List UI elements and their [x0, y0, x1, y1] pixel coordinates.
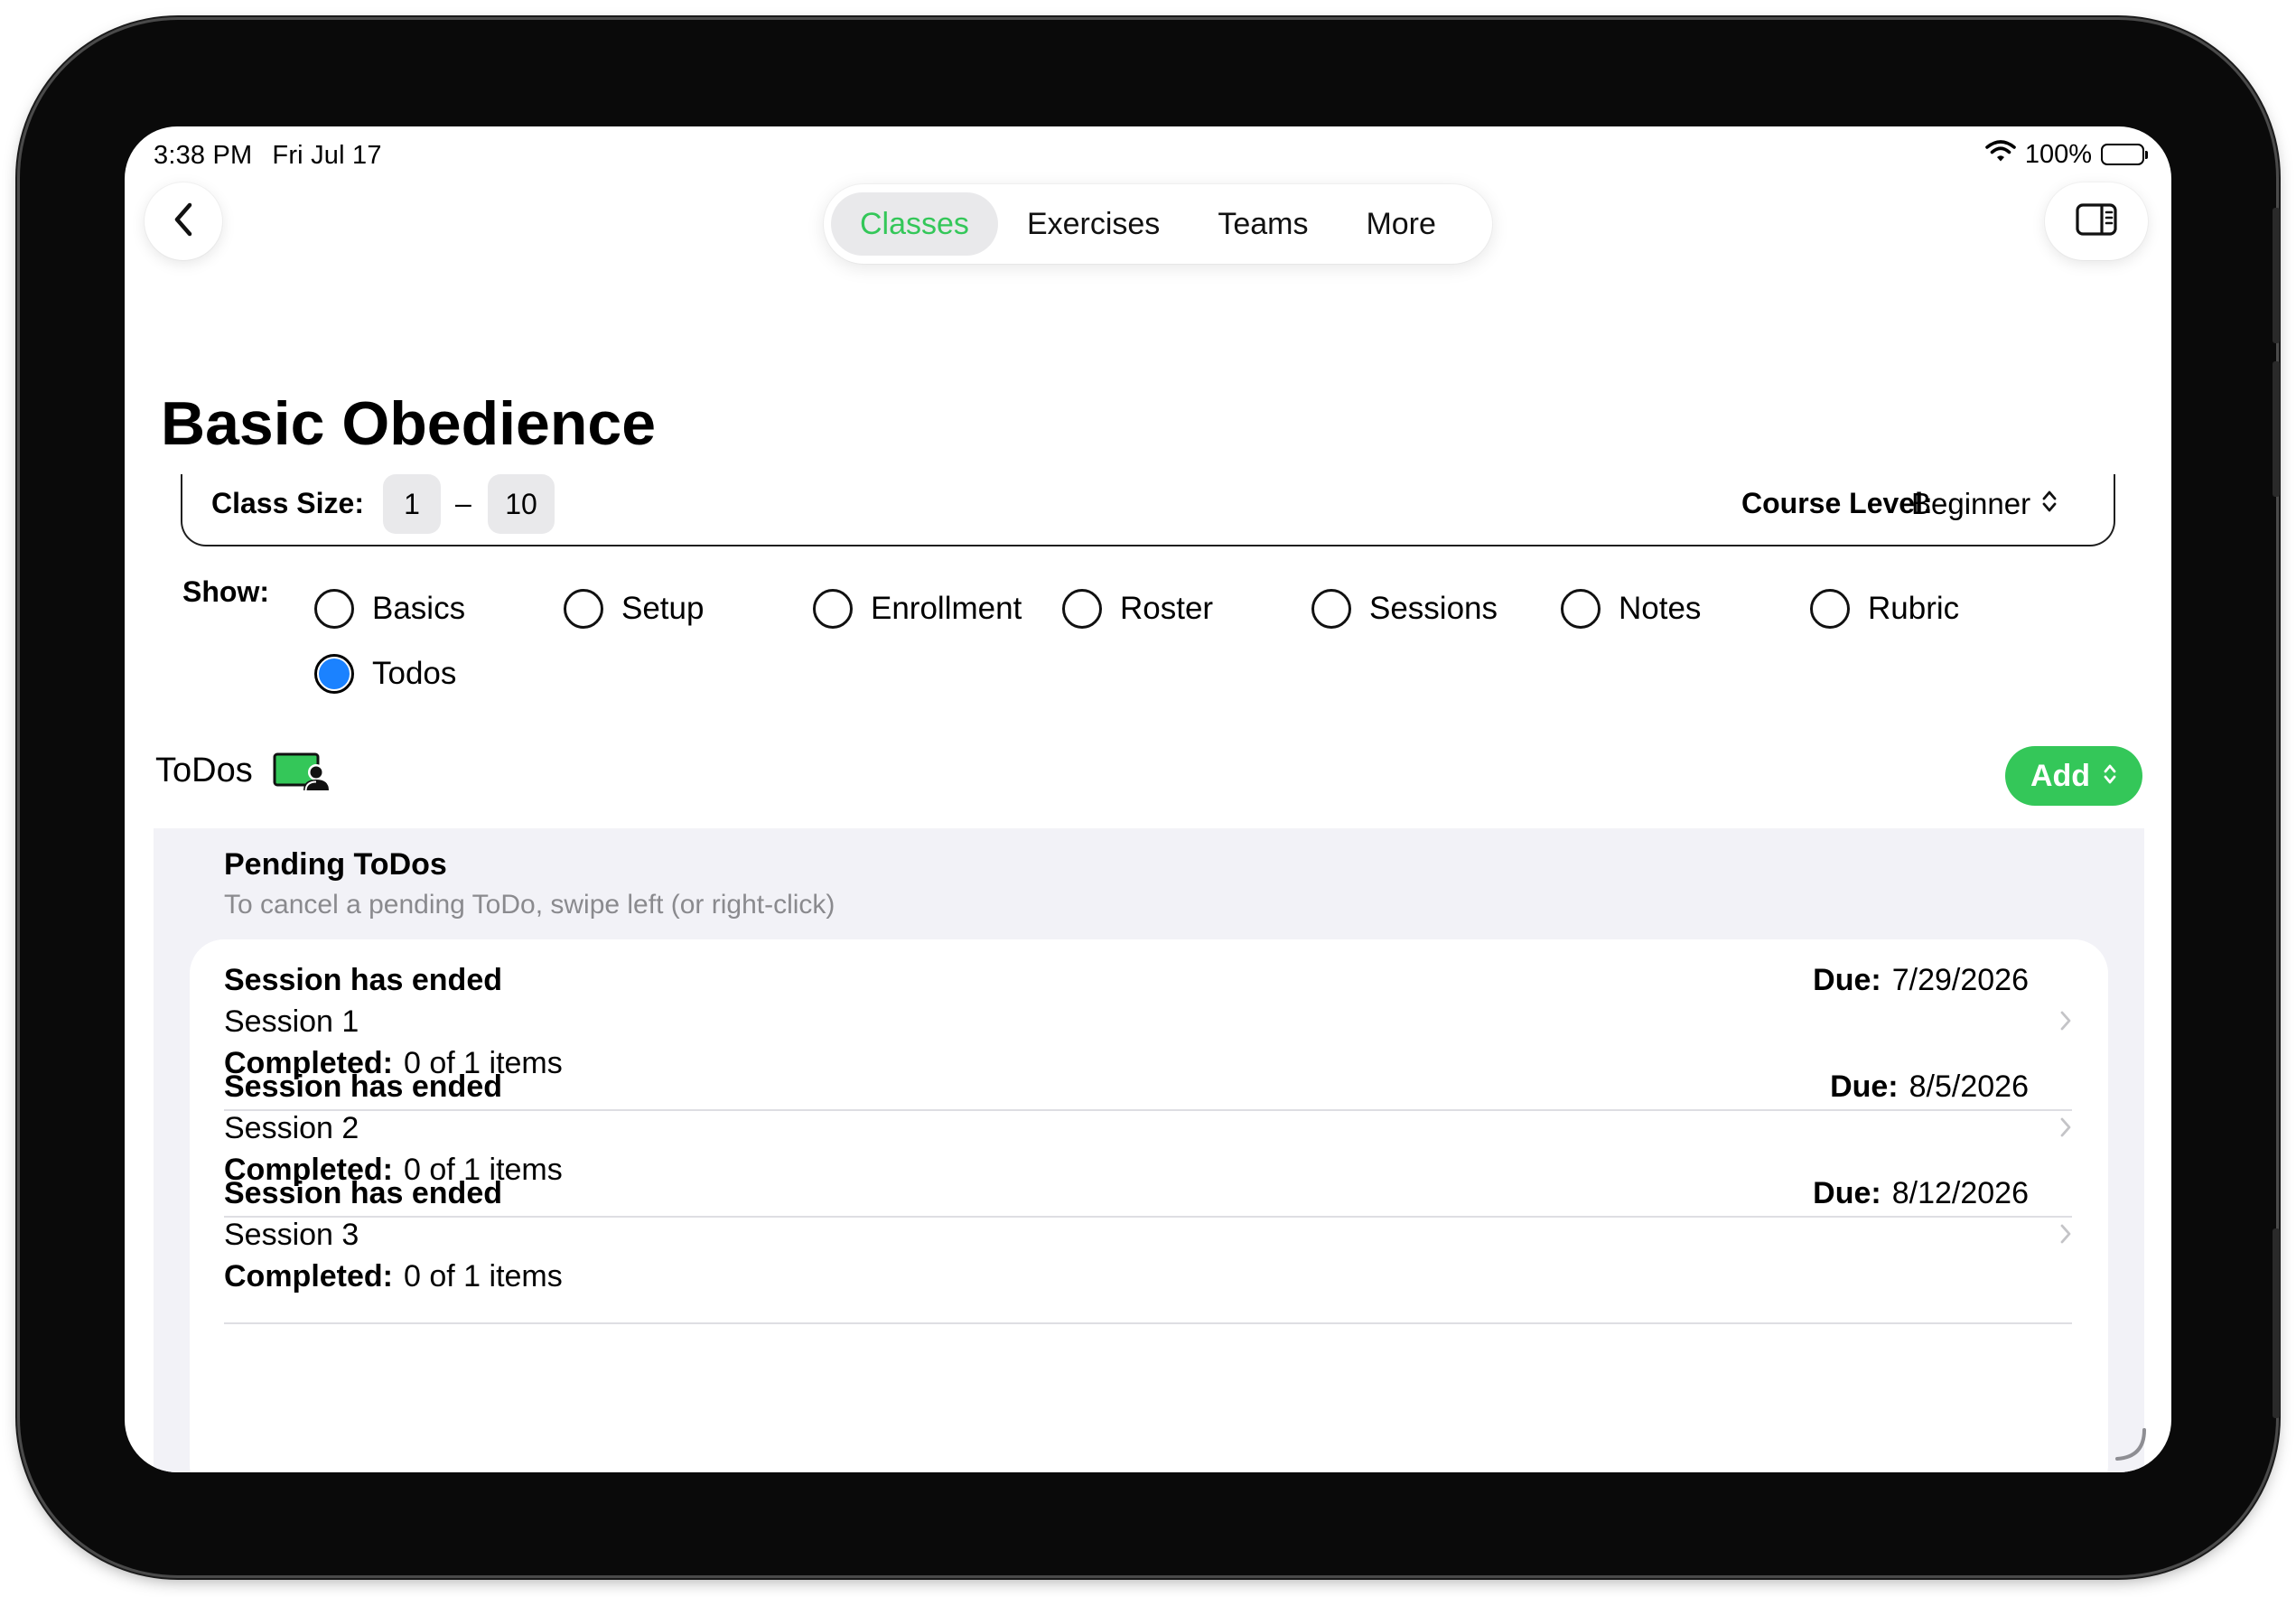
- class-size-separator: –: [455, 487, 471, 519]
- todo-title: Session has ended: [224, 963, 502, 997]
- radio-circle-icon: [1311, 589, 1351, 629]
- date-text: Fri Jul 17: [272, 141, 382, 170]
- course-level-label: Course Level:: [1741, 487, 1933, 519]
- todo-row[interactable]: Session has ended Session 3 Completed: 0 …: [190, 1153, 2108, 1324]
- back-button[interactable]: [145, 182, 222, 260]
- show-option-rubric[interactable]: Rubric: [1810, 585, 1959, 632]
- tab-exercises[interactable]: Exercises: [998, 192, 1189, 256]
- radio-circle-icon: [1810, 589, 1850, 629]
- show-option-setup[interactable]: Setup: [564, 585, 704, 632]
- show-option-label: Rubric: [1868, 591, 1960, 626]
- todo-session: Session 2: [224, 1111, 359, 1145]
- due-value: 7/29/2026: [1891, 963, 2029, 997]
- status-time: 3:38 PM Fri Jul 17: [154, 141, 382, 171]
- power-button: [2273, 1228, 2280, 1418]
- show-option-label: Setup: [621, 591, 705, 626]
- monitor-person-icon: [273, 752, 329, 790]
- todo-completed: Completed: 0 of 1 items: [224, 1259, 563, 1294]
- todo-session: Session 1: [224, 1004, 359, 1039]
- todo-title: Session has ended: [224, 1069, 502, 1104]
- show-option-sessions[interactable]: Sessions: [1311, 585, 1498, 632]
- chevron-up-down-icon: [2041, 487, 2058, 521]
- due-label: Due:: [1830, 1069, 1899, 1104]
- course-level-picker[interactable]: Beginner: [1911, 487, 2058, 521]
- chevron-right-icon: [2059, 1116, 2072, 1143]
- radio-circle-icon: [564, 589, 603, 629]
- show-option-enrollment[interactable]: Enrollment: [813, 585, 1022, 632]
- chevron-left-icon: [173, 201, 194, 242]
- class-size-min-field[interactable]: 1: [383, 474, 441, 534]
- due-value: 8/5/2026: [1909, 1069, 2029, 1104]
- tab-teams[interactable]: Teams: [1189, 192, 1337, 256]
- show-option-label: Sessions: [1369, 591, 1498, 626]
- volume-button-top: [2273, 208, 2280, 343]
- show-label: Show:: [182, 575, 269, 608]
- page-title: Basic Obedience: [161, 389, 657, 458]
- row-divider: [224, 1322, 2072, 1324]
- add-todo-button[interactable]: Add: [2005, 746, 2142, 806]
- sidebar-toggle-icon: [2076, 202, 2117, 240]
- chevron-up-down-icon: [2103, 759, 2117, 794]
- screen: 3:38 PM Fri Jul 17 100% Classes Exercises…: [125, 126, 2171, 1472]
- tab-classes[interactable]: Classes: [831, 192, 998, 256]
- scroll-indicator[interactable]: [2112, 1426, 2148, 1467]
- course-level-value: Beginner: [1911, 487, 2031, 520]
- show-option-label: Basics: [372, 591, 466, 626]
- radio-circle-icon: [1561, 589, 1601, 629]
- todo-due: Due: 8/5/2026: [1830, 1069, 2029, 1105]
- add-button-label: Add: [2030, 758, 2091, 793]
- todos-header: ToDos: [155, 752, 329, 790]
- show-option-notes[interactable]: Notes: [1561, 585, 1701, 632]
- tab-more[interactable]: More: [1337, 192, 1464, 256]
- radio-circle-icon: [314, 589, 354, 629]
- completed-label: Completed:: [224, 1259, 393, 1293]
- todo-title: Session has ended: [224, 1176, 502, 1210]
- pending-todos-title: Pending ToDos: [224, 847, 447, 882]
- due-value: 8/12/2026: [1891, 1176, 2029, 1210]
- class-size-max-field[interactable]: 10: [488, 474, 555, 534]
- show-option-label: Roster: [1120, 591, 1214, 626]
- todo-session: Session 3: [224, 1218, 359, 1252]
- sidebar-toggle-button[interactable]: [2045, 182, 2148, 260]
- radio-selected-icon: [314, 654, 354, 694]
- time-text: 3:38 PM: [154, 141, 253, 170]
- radio-circle-icon: [1062, 589, 1102, 629]
- pending-todos-subtitle: To cancel a pending ToDo, swipe left (or…: [224, 890, 835, 920]
- due-label: Due:: [1813, 963, 1881, 997]
- class-size-label: Class Size:: [211, 487, 364, 519]
- completed-value: 0 of 1 items: [404, 1259, 563, 1293]
- status-indicators: 100%: [1985, 139, 2148, 170]
- show-option-basics[interactable]: Basics: [314, 585, 465, 632]
- due-label: Due:: [1813, 1176, 1881, 1210]
- battery-percent: 100%: [2024, 139, 2092, 169]
- chevron-right-icon: [2059, 1010, 2072, 1036]
- wifi-icon: [1985, 139, 2016, 170]
- top-tab-bar: Classes Exercises Teams More: [824, 184, 1492, 264]
- radio-circle-icon: [813, 589, 853, 629]
- todos-heading: ToDos: [155, 752, 253, 789]
- show-option-label: Todos: [372, 656, 457, 691]
- show-option-label: Enrollment: [871, 591, 1022, 626]
- chevron-right-icon: [2059, 1223, 2072, 1249]
- show-option-roster[interactable]: Roster: [1062, 585, 1213, 632]
- show-option-todos[interactable]: Todos: [314, 650, 456, 697]
- class-settings-card: Class Size: 1 – 10 Course Level: Beginne…: [181, 474, 2115, 546]
- todo-due: Due: 8/12/2026: [1813, 1176, 2029, 1211]
- show-option-label: Notes: [1619, 591, 1702, 626]
- pending-todos-card: Session has ended Session 1 Completed: 0 …: [190, 939, 2108, 1472]
- todo-due: Due: 7/29/2026: [1813, 963, 2029, 998]
- battery-icon: [2101, 144, 2148, 165]
- volume-button-bottom: [2273, 361, 2280, 497]
